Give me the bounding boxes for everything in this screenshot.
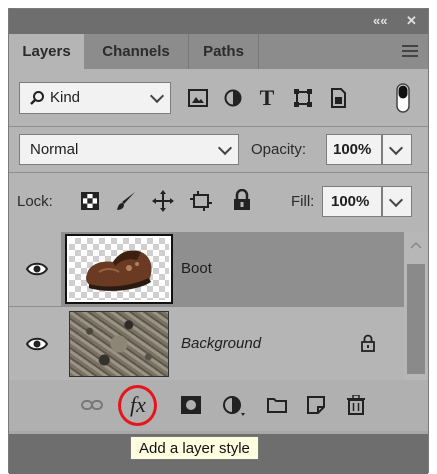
- opacity-input[interactable]: 100%: [326, 134, 382, 165]
- fill-input[interactable]: 100%: [322, 186, 382, 217]
- filter-kind-label: Kind: [50, 89, 81, 106]
- collapse-panel-icon[interactable]: ««: [373, 13, 387, 28]
- layers-bottom-toolbar: fx: [9, 380, 428, 431]
- panel-menu-icon[interactable]: [402, 45, 418, 57]
- filter-kind-select[interactable]: Kind: [19, 82, 171, 114]
- lock-artboard-icon[interactable]: [189, 190, 213, 212]
- eye-visibility-icon[interactable]: [25, 259, 49, 279]
- layers-panel: «« ✕ Layers Channels Paths Kind T Normal…: [8, 8, 429, 474]
- scroll-up-icon[interactable]: [410, 240, 422, 250]
- tab-channels[interactable]: Channels: [84, 34, 189, 69]
- fill-value: 100%: [331, 193, 370, 210]
- chevron-down-icon: [388, 192, 404, 207]
- chevron-down-icon: [217, 140, 233, 155]
- boot-image: [86, 250, 152, 291]
- new-layer-icon[interactable]: [305, 394, 327, 416]
- panel-tabs: Layers Channels Paths: [9, 34, 428, 69]
- search-icon: [28, 89, 46, 107]
- chevron-down-icon: [388, 140, 404, 155]
- lock-image-pixels-icon[interactable]: [114, 189, 138, 213]
- chevron-down-icon: [149, 88, 165, 104]
- layers-scrollbar[interactable]: [404, 232, 428, 380]
- link-layers-icon[interactable]: [80, 395, 104, 415]
- blend-row: Normal Opacity: 100%: [9, 127, 428, 172]
- layer-name-boot[interactable]: Boot: [181, 260, 212, 277]
- opacity-value: 100%: [333, 141, 372, 158]
- eye-visibility-icon[interactable]: [25, 334, 49, 354]
- fill-dropdown-button[interactable]: [382, 186, 412, 217]
- layer-name-background[interactable]: Background: [181, 335, 261, 352]
- lock-label: Lock:: [17, 193, 53, 210]
- type-filter-icon[interactable]: T: [255, 85, 279, 110]
- fill-label: Fill:: [291, 193, 315, 210]
- filter-toggle-icon[interactable]: [395, 82, 411, 114]
- lock-position-icon[interactable]: [151, 189, 175, 213]
- delete-layer-icon[interactable]: [345, 393, 367, 417]
- scroll-down-icon[interactable]: [410, 366, 422, 376]
- scrollbar-thumb[interactable]: [407, 264, 425, 374]
- tab-layers[interactable]: Layers: [9, 34, 84, 69]
- lock-all-icon[interactable]: [231, 188, 253, 212]
- shape-filter-icon[interactable]: [292, 88, 314, 108]
- layer-row-background[interactable]: Background: [9, 307, 404, 380]
- opacity-dropdown-button[interactable]: [382, 134, 412, 165]
- opacity-label: Opacity:: [251, 141, 307, 158]
- adjustment-layer-icon[interactable]: [221, 394, 247, 418]
- layer-thumbnail-background: [69, 311, 169, 377]
- filter-row: Kind T: [9, 69, 428, 126]
- image-filter-icon[interactable]: [187, 88, 209, 108]
- smart-object-filter-icon[interactable]: [327, 88, 349, 108]
- layer-locked-icon: [359, 332, 377, 354]
- close-panel-icon[interactable]: ✕: [406, 13, 417, 29]
- layer-thumbnail-boot: [65, 234, 173, 304]
- add-mask-icon[interactable]: [179, 394, 203, 416]
- tooltip-add-layer-style: Add a layer style: [130, 436, 259, 460]
- lock-transparent-pixels-icon[interactable]: [79, 190, 101, 212]
- add-layer-style-icon[interactable]: fx: [123, 392, 153, 418]
- panel-titlebar: «« ✕: [9, 9, 428, 34]
- lock-row: Lock: Fill: 100%: [9, 173, 428, 232]
- adjustment-filter-icon[interactable]: [222, 88, 244, 108]
- tab-paths[interactable]: Paths: [189, 34, 259, 69]
- blend-mode-select[interactable]: Normal: [19, 134, 239, 165]
- new-group-icon[interactable]: [265, 395, 289, 415]
- layer-row-selected[interactable]: Boot: [9, 232, 404, 306]
- blend-mode-value: Normal: [30, 141, 79, 158]
